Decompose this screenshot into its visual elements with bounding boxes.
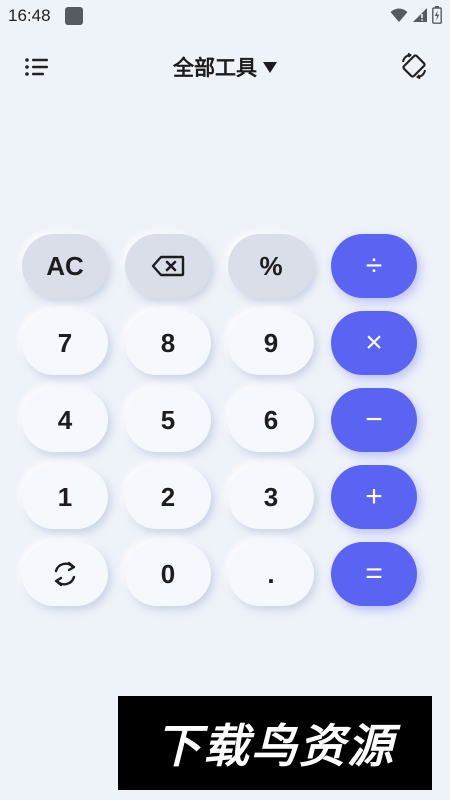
equals-label: =: [365, 557, 383, 590]
screen-rotate-icon[interactable]: [400, 52, 428, 80]
calculator-screen: 16:48 全部工具 AC % ÷ 7 8 9 × 4 5 6 − 1 2 3 …: [0, 0, 450, 800]
status-icons: [390, 6, 442, 24]
minus-label: −: [365, 403, 383, 436]
digit-3-button[interactable]: 3: [228, 465, 314, 529]
battery-icon: [432, 6, 442, 24]
refresh-button[interactable]: [22, 542, 108, 606]
divide-label: ÷: [365, 249, 383, 282]
refresh-icon: [54, 561, 76, 587]
plus-label: +: [365, 480, 383, 513]
digit-8-button[interactable]: 8: [125, 311, 211, 375]
backspace-button[interactable]: [125, 234, 211, 298]
keypad: AC % ÷ 7 8 9 × 4 5 6 − 1 2 3 + 0 . =: [22, 234, 422, 606]
multiply-button[interactable]: ×: [331, 311, 417, 375]
status-time: 16:48: [8, 6, 51, 25]
notification-icon: [65, 7, 83, 25]
digit-4-button[interactable]: 4: [22, 388, 108, 452]
digit-3-label: 3: [263, 481, 279, 512]
multiply-label: ×: [365, 326, 383, 359]
digit-8-label: 8: [160, 327, 176, 358]
digit-7-label: 7: [57, 327, 73, 358]
page-title: 全部工具: [173, 56, 257, 80]
digit-0-button[interactable]: 0: [125, 542, 211, 606]
minus-button[interactable]: −: [331, 388, 417, 452]
watermark-banner: 下载鸟资源: [118, 696, 432, 790]
percent-label: %: [259, 250, 283, 281]
status-bar: 16:48: [0, 0, 450, 32]
digit-1-button[interactable]: 1: [22, 465, 108, 529]
divide-button[interactable]: ÷: [331, 234, 417, 298]
signal-icon: [413, 8, 427, 22]
backspace-icon: [151, 255, 185, 277]
app-bar: 全部工具: [0, 42, 450, 92]
digit-2-label: 2: [160, 481, 176, 512]
digit-6-label: 6: [263, 404, 279, 435]
decimal-label: .: [267, 558, 275, 589]
caret-down-icon: [263, 61, 277, 73]
decimal-button[interactable]: .: [228, 542, 314, 606]
digit-6-button[interactable]: 6: [228, 388, 314, 452]
digit-1-label: 1: [57, 481, 73, 512]
wifi-icon: [390, 8, 408, 22]
digit-2-button[interactable]: 2: [125, 465, 211, 529]
tool-category-dropdown[interactable]: 全部工具: [0, 52, 450, 82]
digit-4-label: 4: [57, 404, 73, 435]
digit-9-label: 9: [263, 327, 279, 358]
digit-0-label: 0: [160, 558, 176, 589]
watermark-text: 下载鸟资源: [155, 719, 395, 773]
plus-button[interactable]: +: [331, 465, 417, 529]
clear-button[interactable]: AC: [22, 234, 108, 298]
clear-label: AC: [46, 250, 84, 281]
digit-7-button[interactable]: 7: [22, 311, 108, 375]
equals-button[interactable]: =: [331, 542, 417, 606]
percent-button[interactable]: %: [228, 234, 314, 298]
digit-9-button[interactable]: 9: [228, 311, 314, 375]
digit-5-label: 5: [160, 404, 176, 435]
digit-5-button[interactable]: 5: [125, 388, 211, 452]
